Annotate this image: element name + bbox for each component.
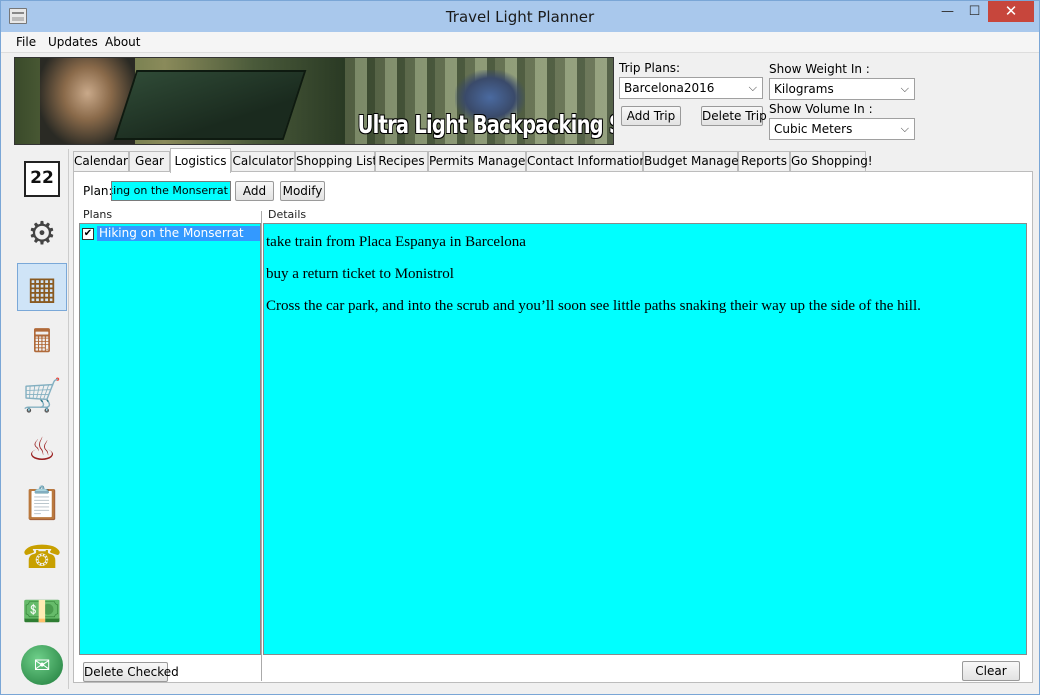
tab-permits-manager[interactable]: Permits Manager [428, 151, 530, 172]
plan-input[interactable]: Hiking on the Monserrat [111, 181, 231, 201]
details-header: Details [268, 208, 307, 221]
left-toolbar: 22 ⚙ ▦ 🖩 🛒 ♨ 📋 ☎ 💵 ✉ [9, 149, 69, 689]
tab-calculator[interactable]: Calculator [231, 151, 295, 172]
modify-plan-button[interactable]: Modify [280, 181, 325, 201]
menu-updates[interactable]: Updates [48, 35, 98, 49]
clipboard-icon: 📋 [22, 484, 62, 522]
trip-plans-select[interactable]: Barcelona2016 ⌵ [619, 77, 763, 99]
gear-tool[interactable]: ⚙ [17, 209, 67, 257]
trip-plans-value: Barcelona2016 [624, 81, 715, 95]
add-trip-button[interactable]: Add Trip [621, 106, 681, 126]
trip-plans-label: Trip Plans: [619, 61, 681, 75]
splitter[interactable] [261, 211, 262, 681]
tab-shopping-list[interactable]: Shopping List [295, 151, 377, 172]
recipes-tool[interactable]: ♨ [17, 425, 67, 473]
plan-item-label: Hiking on the Monserrat [97, 226, 260, 241]
phone-icon: ☎ [22, 538, 62, 576]
email-tool[interactable]: ✉ [17, 641, 67, 689]
chevron-down-icon: ⌵ [900, 82, 909, 95]
gear-icon: ⚙ [27, 214, 57, 252]
tab-contact-information[interactable]: Contact Information [526, 151, 647, 172]
tab-logistics[interactable]: Logistics [170, 148, 231, 173]
maximize-button[interactable]: ☐ [961, 1, 988, 22]
money-icon: 💵 [22, 592, 62, 630]
details-line: Cross the car park, and into the scrub a… [266, 298, 921, 314]
details-textarea[interactable]: take train from Placa Espanya in Barcelo… [263, 223, 1027, 655]
calendar-icon: 22 [24, 161, 60, 197]
list-item[interactable]: ✔ Hiking on the Monserrat [82, 226, 260, 241]
calculator-icon: 🖩 [32, 322, 52, 360]
chevron-down-icon: ⌵ [748, 81, 757, 94]
email-icon: ✉ [21, 645, 63, 685]
plans-list[interactable]: ✔ Hiking on the Monserrat [79, 223, 261, 655]
shopping-cart-icon: 🛒 [22, 376, 62, 414]
tab-reports[interactable]: Reports [738, 151, 790, 172]
calendar-tool[interactable]: 22 [17, 155, 67, 203]
window-title: Travel Light Planner [445, 8, 595, 26]
menu-bar: File Updates About [1, 32, 1039, 53]
weight-unit-value: Kilograms [774, 82, 834, 96]
map-icon: ▦ [26, 269, 58, 307]
details-line: take train from Placa Espanya in Barcelo… [266, 234, 526, 250]
chef-hat-icon: ♨ [27, 430, 57, 468]
delete-trip-button[interactable]: Delete Trip [701, 106, 767, 126]
banner-laptop [113, 70, 307, 140]
show-weight-label: Show Weight In : [769, 62, 870, 76]
clear-button[interactable]: Clear [962, 661, 1020, 681]
plans-header: Plans [83, 208, 113, 221]
tab-budget-manager[interactable]: Budget Manager [643, 151, 744, 172]
contacts-tool[interactable]: ☎ [17, 533, 67, 581]
tab-gear[interactable]: Gear [129, 151, 170, 172]
tab-bar: Calendar Gear Logistics Calculator Shopp… [73, 148, 1033, 173]
add-plan-button[interactable]: Add [235, 181, 274, 201]
banner-image: Ultra Light Backpacking Software [14, 57, 614, 145]
show-volume-label: Show Volume In : [769, 102, 873, 116]
tab-go-shopping[interactable]: Go Shopping! [790, 151, 873, 172]
menu-file[interactable]: File [16, 35, 36, 49]
weight-unit-select[interactable]: Kilograms ⌵ [769, 78, 915, 100]
plan-label: Plan: [83, 184, 113, 198]
banner-title: Ultra Light Backpacking Software [357, 110, 613, 139]
title-bar: Travel Light Planner — ☐ ✕ [1, 1, 1039, 32]
calculator-tool[interactable]: 🖩 [17, 317, 67, 365]
budget-tool[interactable]: 💵 [17, 587, 67, 635]
chevron-down-icon: ⌵ [900, 122, 909, 135]
logistics-tool[interactable]: ▦ [17, 263, 67, 311]
shopping-tool[interactable]: 🛒 [17, 371, 67, 419]
menu-about[interactable]: About [105, 35, 140, 49]
volume-unit-value: Cubic Meters [774, 122, 853, 136]
app-window: Travel Light Planner — ☐ ✕ File Updates … [0, 0, 1040, 695]
details-line: buy a return ticket to Monistrol [266, 266, 454, 282]
tab-recipes[interactable]: Recipes [375, 151, 428, 172]
plan-checkbox[interactable]: ✔ [82, 227, 94, 240]
tab-calendar[interactable]: Calendar [73, 151, 129, 172]
delete-checked-button[interactable]: Delete Checked [83, 662, 179, 682]
volume-unit-select[interactable]: Cubic Meters ⌵ [769, 118, 915, 140]
close-button[interactable]: ✕ [988, 1, 1034, 22]
minimize-button[interactable]: — [934, 1, 961, 22]
permits-tool[interactable]: 📋 [17, 479, 67, 527]
